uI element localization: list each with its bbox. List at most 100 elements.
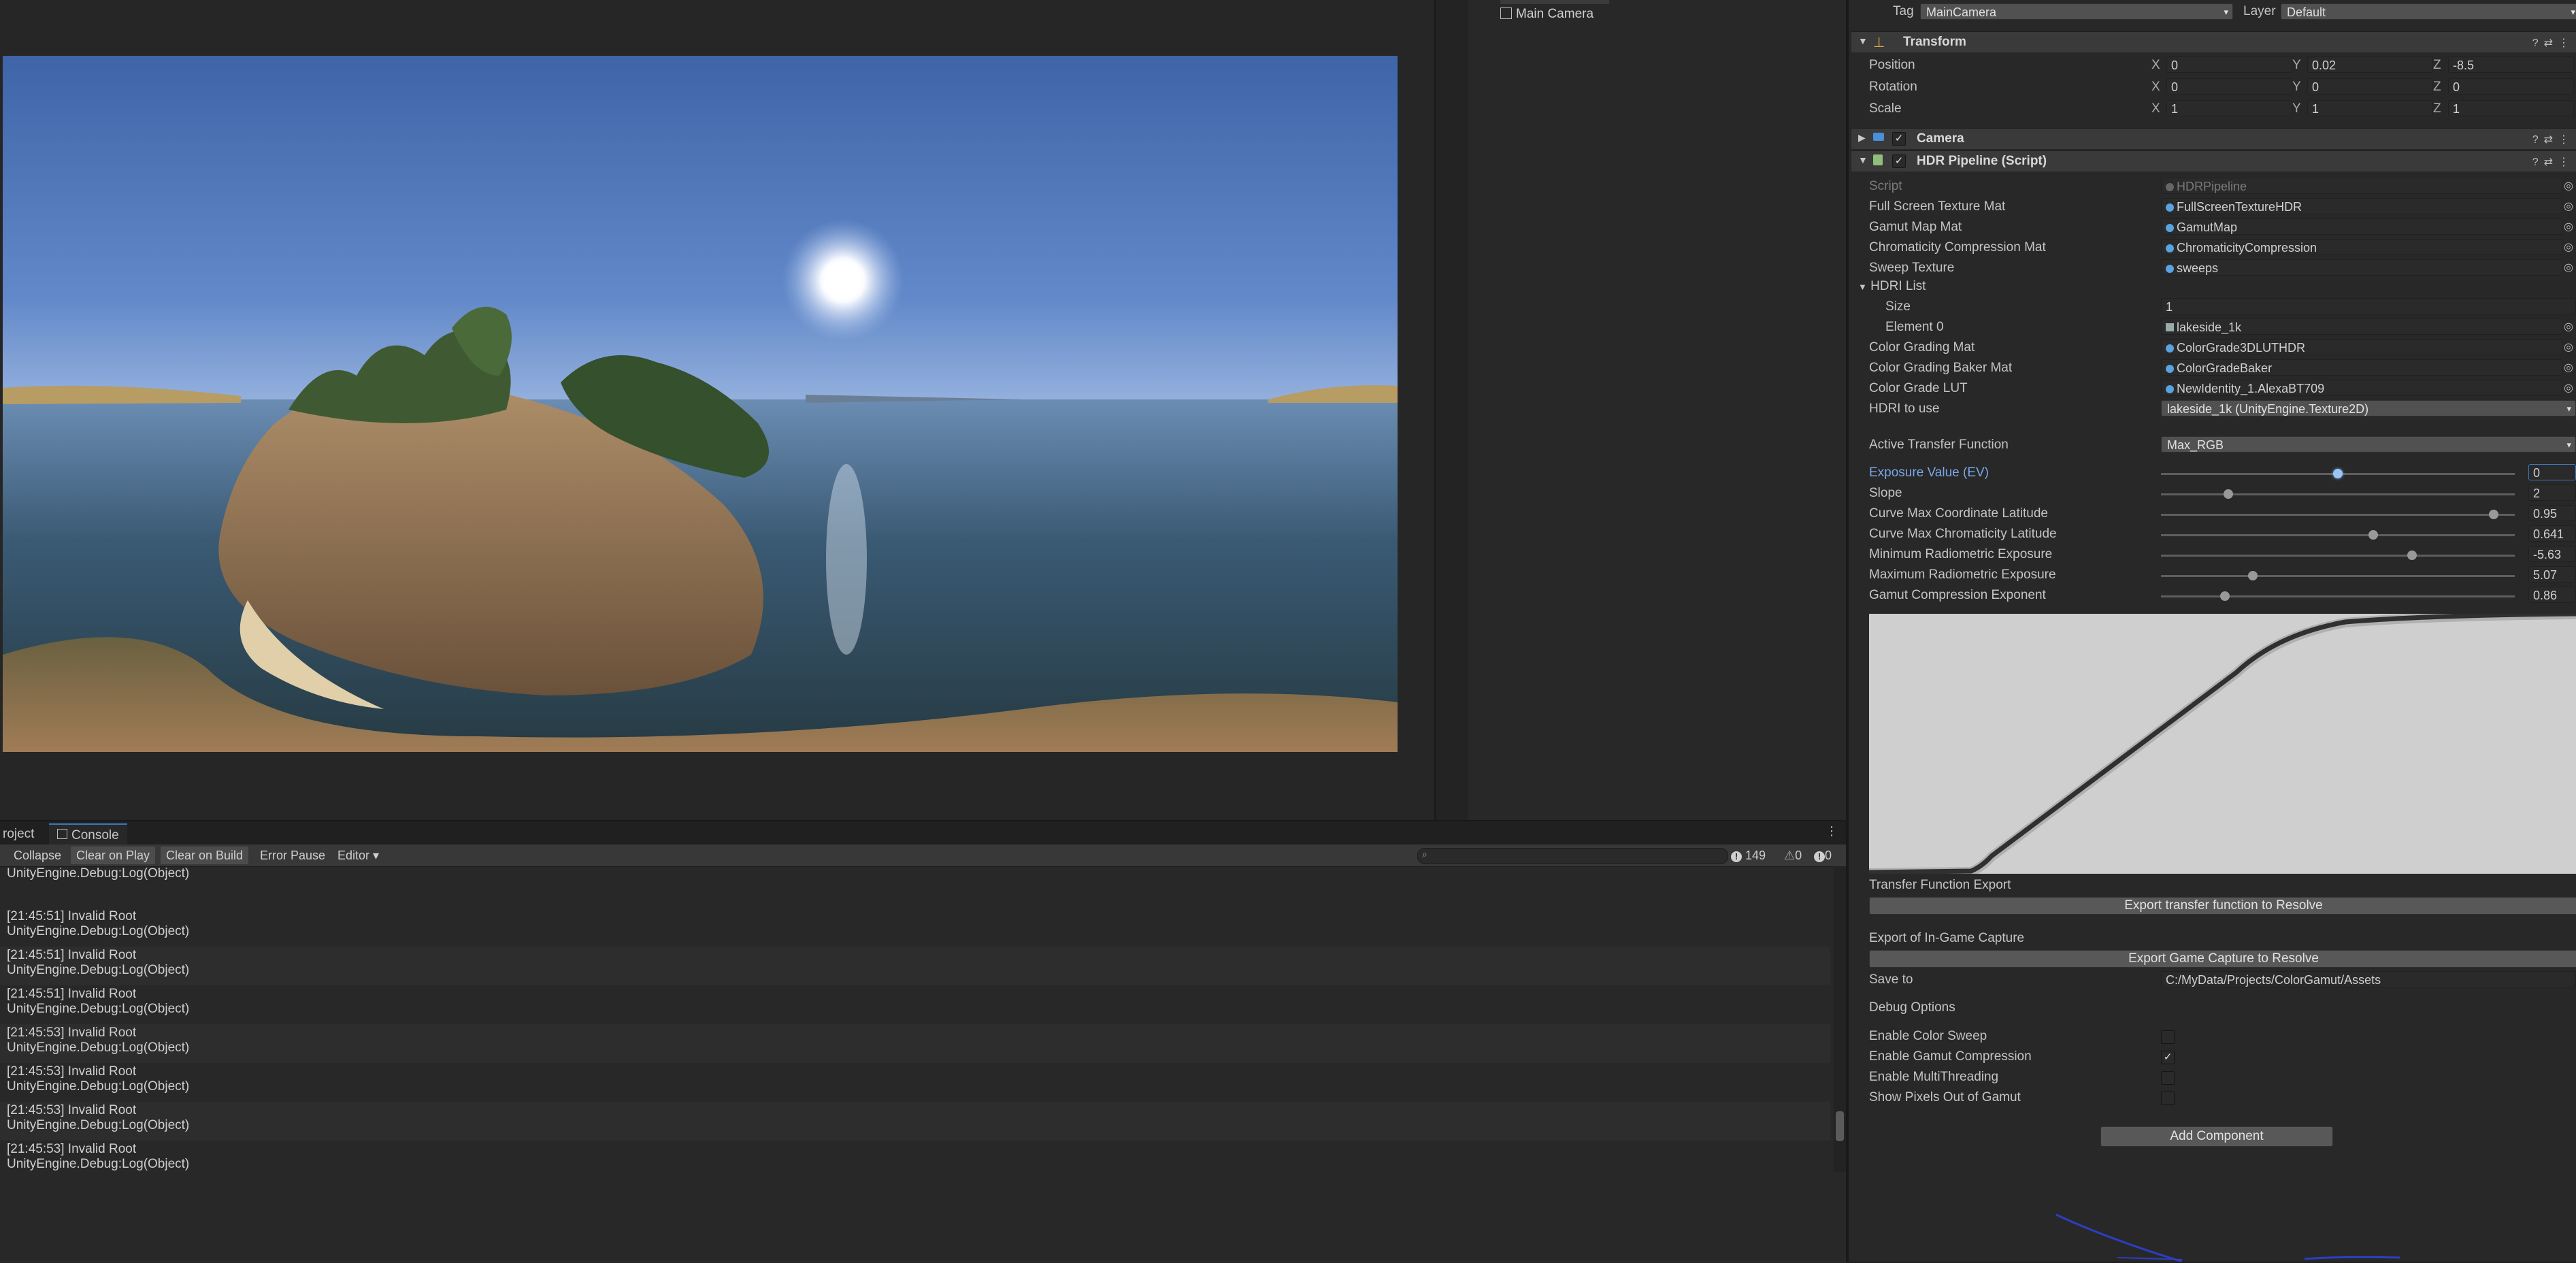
hdri-to-use-dropdown[interactable]: lakeside_1k (UnityEngine.Texture2D) ▾ — [2161, 400, 2576, 416]
slider-value-field[interactable]: 0.86 — [2528, 587, 2576, 603]
warning-count-toggle[interactable]: ⚠0 — [1784, 847, 1802, 864]
active-transfer-function-dropdown[interactable]: Max_RGB ▾ — [2161, 436, 2576, 453]
hdr-enabled-checkbox[interactable]: ✓ — [1892, 154, 1906, 168]
slider-value-field[interactable]: 0.641 — [2528, 525, 2576, 542]
transform-rotation-z-field[interactable]: 0 — [2448, 78, 2574, 95]
tag-label: Tag — [1893, 4, 1914, 18]
slider-thumb[interactable] — [2224, 489, 2233, 499]
transform-scale-y-field[interactable]: 1 — [2307, 100, 2433, 116]
slider-track[interactable] — [2161, 575, 2515, 577]
collapse-button[interactable]: Collapse — [8, 847, 67, 864]
save-to-field[interactable]: C:/MyData/Projects/ColorGamut/Assets — [2161, 971, 2576, 987]
slider-thumb[interactable] — [2333, 469, 2343, 478]
log-trace: UnityEngine.Debug:Log(Object) — [7, 1157, 190, 1171]
transform-header[interactable]: ▼ ⊥ Transform ?⇄⋮ — [1851, 31, 2576, 52]
transform-rotation-x-field[interactable]: 0 — [2166, 78, 2292, 95]
slider-value-field[interactable]: 0 — [2528, 464, 2576, 480]
hierarchy-item-main-camera[interactable]: Main Camera — [1500, 5, 1594, 23]
log-row[interactable]: [21:45:51] Invalid Root UnityEngine.Debug… — [0, 985, 1830, 1024]
log-row[interactable]: [21:45:53] Invalid Root UnityEngine.Debug… — [0, 1063, 1830, 1102]
transform-position-x-field[interactable]: 0 — [2166, 56, 2292, 73]
clear-on-build-button[interactable]: Clear on Build — [161, 847, 249, 864]
tab-console[interactable]: Console — [49, 823, 127, 846]
tag-dropdown[interactable]: MainCamera ▾ — [1920, 3, 2233, 20]
log-row[interactable]: [21:45:51] Invalid Root UnityEngine.Debug… — [0, 908, 1830, 947]
slider-thumb[interactable] — [2407, 551, 2417, 560]
error-count-toggle[interactable]: ! 0 — [1814, 847, 1832, 864]
object-field[interactable]: ChromaticityCompression — [2161, 239, 2562, 255]
hdr-pipeline-header[interactable]: ▼ ✓ HDR Pipeline (Script) ?⇄⋮ — [1851, 150, 2576, 171]
log-row[interactable]: [21:45:53] Invalid Root UnityEngine.Debug… — [0, 1141, 1830, 1179]
slider-thumb[interactable] — [2368, 530, 2378, 540]
object-picker-icon[interactable]: ◎ — [2564, 361, 2573, 374]
slider-value-field[interactable]: 5.07 — [2528, 566, 2576, 583]
hdri-element-field[interactable]: lakeside_1k — [2161, 318, 2562, 335]
slider-track[interactable] — [2161, 595, 2515, 597]
component-menu-icons[interactable]: ?⇄⋮ — [2532, 36, 2575, 50]
slider-value-field[interactable]: -5.63 — [2528, 546, 2576, 562]
hdri-list-foldout[interactable]: ▼ HDRI List — [1858, 279, 1926, 294]
info-count-toggle[interactable]: ! 149 — [1731, 847, 1766, 864]
export-game-capture-button[interactable]: Export Game Capture to Resolve — [1869, 950, 2576, 968]
object-field: HDRPipeline — [2161, 178, 2562, 194]
kebab-menu-icon[interactable]: ⋮ — [1826, 824, 1838, 838]
camera-enabled-checkbox[interactable]: ✓ — [1892, 132, 1906, 146]
component-menu-icons[interactable]: ?⇄⋮ — [2532, 133, 2575, 146]
object-field[interactable]: NewIdentity_1.AlexaBT709 — [2161, 380, 2562, 396]
debug-checkbox[interactable] — [2161, 1071, 2175, 1085]
object-field[interactable]: ColorGrade3DLUTHDR — [2161, 339, 2562, 355]
clear-on-play-button[interactable]: Clear on Play — [71, 847, 156, 864]
foldout-arrow-icon[interactable]: ▼ — [1858, 154, 1868, 165]
object-field[interactable]: FullScreenTextureHDR — [2161, 198, 2562, 214]
game-view[interactable] — [0, 0, 1434, 820]
foldout-arrow-icon[interactable]: ▼ — [1858, 35, 1868, 46]
camera-header[interactable]: ▶ ✓ Camera ?⇄⋮ — [1851, 128, 2576, 149]
object-picker-icon[interactable]: ◎ — [2564, 240, 2573, 254]
console-search-input[interactable]: ⌕ — [1417, 848, 1728, 864]
object-picker-icon[interactable]: ◎ — [2564, 381, 2573, 395]
add-component-button[interactable]: Add Component — [2100, 1126, 2333, 1147]
slider-value-field[interactable]: 0.95 — [2528, 505, 2576, 521]
scrollbar-thumb[interactable] — [1836, 1111, 1844, 1141]
slider-value-field[interactable]: 2 — [2528, 485, 2576, 501]
capture-export-label: Export of In-Game Capture — [1869, 931, 2025, 945]
editor-dropdown[interactable]: Editor ▾ — [332, 847, 384, 864]
slider-track[interactable] — [2161, 555, 2515, 557]
debug-checkbox[interactable] — [2161, 1092, 2175, 1105]
slider-thumb[interactable] — [2248, 571, 2258, 580]
tab-project[interactable]: roject — [0, 823, 42, 844]
object-picker-icon[interactable]: ◎ — [2564, 199, 2573, 213]
console-scrollbar[interactable] — [1834, 866, 1846, 1172]
slider-track[interactable] — [2161, 493, 2515, 495]
error-pause-button[interactable]: Error Pause — [254, 847, 331, 864]
transform-scale-x-field[interactable]: 1 — [2166, 100, 2292, 116]
export-transfer-function-button[interactable]: Export transfer function to Resolve — [1869, 897, 2576, 915]
object-picker-icon[interactable]: ◎ — [2564, 320, 2573, 333]
object-picker-icon[interactable]: ◎ — [2564, 179, 2573, 193]
log-row[interactable]: [21:45:51] Invalid Root UnityEngine.Debug… — [0, 947, 1830, 985]
object-field[interactable]: sweeps — [2161, 259, 2562, 276]
transform-position-z-field[interactable]: -8.5 — [2448, 56, 2574, 73]
object-field[interactable]: GamutMap — [2161, 218, 2562, 235]
debug-checkbox[interactable] — [2161, 1030, 2175, 1044]
object-field-value: ChromaticityCompression — [2177, 241, 2317, 255]
slider-track[interactable] — [2161, 534, 2515, 536]
object-picker-icon[interactable]: ◎ — [2564, 261, 2573, 274]
log-row[interactable]: [21:45:53] Invalid Root UnityEngine.Debug… — [0, 1102, 1830, 1141]
slider-track[interactable] — [2161, 514, 2515, 516]
debug-checkbox[interactable]: ✓ — [2161, 1051, 2175, 1064]
transform-rotation-y-field[interactable]: 0 — [2307, 78, 2433, 95]
slider-thumb[interactable] — [2220, 591, 2230, 601]
transform-scale-z-field[interactable]: 1 — [2448, 100, 2574, 116]
transform-position-y-field[interactable]: 0.02 — [2307, 56, 2433, 73]
slider-thumb[interactable] — [2489, 510, 2498, 519]
debug-options-label: Debug Options — [1869, 1000, 1955, 1015]
log-row[interactable]: [21:45:53] Invalid Root UnityEngine.Debug… — [0, 1024, 1830, 1063]
hdri-size-field[interactable]: 1 — [2161, 298, 2576, 314]
layer-dropdown[interactable]: Default ▾ — [2281, 3, 2576, 20]
object-field[interactable]: ColorGradeBaker — [2161, 359, 2562, 376]
component-menu-icons[interactable]: ?⇄⋮ — [2532, 155, 2575, 169]
object-picker-icon[interactable]: ◎ — [2564, 340, 2573, 354]
foldout-arrow-icon[interactable]: ▶ — [1858, 132, 1866, 144]
object-picker-icon[interactable]: ◎ — [2564, 220, 2573, 233]
